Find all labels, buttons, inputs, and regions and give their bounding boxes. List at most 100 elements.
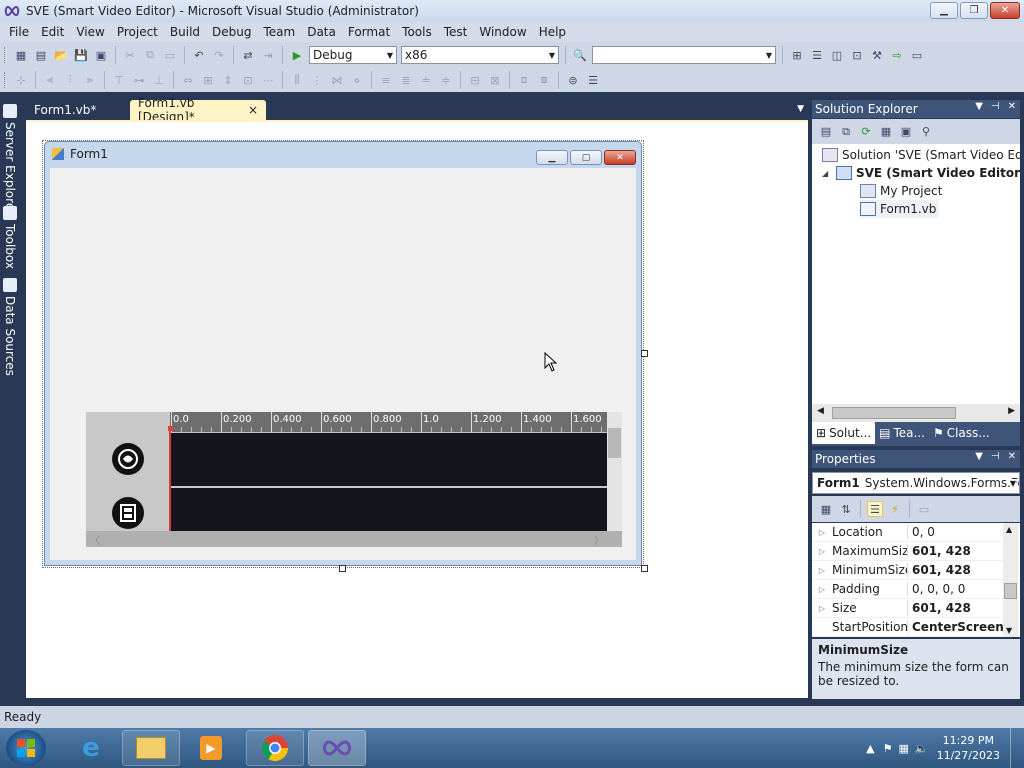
scroll-thumb[interactable] (1004, 583, 1017, 599)
open-file-icon[interactable]: 📂 (53, 47, 69, 63)
align-tops-icon[interactable]: ⊤ (111, 72, 127, 88)
resize-handle-bottom[interactable] (339, 565, 346, 572)
resize-handle-right[interactable] (641, 350, 648, 357)
size-to-grid-icon[interactable]: ⊞ (200, 72, 216, 88)
start-debug-icon[interactable]: ▶ (289, 47, 305, 63)
start-page-icon[interactable]: ⇨ (889, 47, 905, 63)
cut-icon[interactable]: ✂ (122, 47, 138, 63)
redo-icon[interactable]: ↷ (211, 47, 227, 63)
video-track[interactable] (170, 488, 607, 531)
alphabetical-icon[interactable]: ⇅ (838, 501, 854, 517)
center-vertically-icon[interactable]: ⊠ (487, 72, 503, 88)
prop-row-maximumsize[interactable]: ▷ MaximumSize 601, 428 (812, 542, 1008, 561)
expand-arrow-icon[interactable]: ▷ (812, 566, 832, 575)
expand-arrow-icon[interactable]: ▷ (812, 585, 832, 594)
tree-item-project[interactable]: ◢ SVE (Smart Video Editor) (822, 164, 1020, 182)
expand-arrow-icon[interactable]: ▷ (812, 528, 832, 537)
playhead-marker[interactable] (168, 426, 173, 431)
tab-dropdown-icon[interactable]: ▼ (797, 104, 804, 114)
scroll-right-icon[interactable]: 〉 (592, 533, 606, 547)
pin-icon[interactable]: ⊣ (991, 101, 1000, 112)
menu-file[interactable]: File (3, 25, 35, 39)
properties-view-icon[interactable]: ☰ (867, 501, 883, 517)
class-diagram-icon[interactable]: ⚲ (918, 124, 934, 140)
playhead[interactable] (169, 426, 171, 531)
audio-track-icon[interactable] (112, 443, 144, 475)
properties-icon[interactable]: ▤ (818, 124, 834, 140)
paste-icon[interactable]: ▭ (162, 47, 178, 63)
menu-edit[interactable]: Edit (35, 25, 70, 39)
extension-manager-icon[interactable]: ⚒ (869, 47, 885, 63)
expand-arrow-icon[interactable]: ▷ (812, 604, 832, 613)
object-browser-icon[interactable]: ◫ (829, 47, 845, 63)
h-spacing-increase-icon[interactable]: ⋮ (309, 72, 325, 88)
tab-form1-code[interactable]: Form1.vb* (26, 100, 104, 120)
align-lefts-icon[interactable]: ⫷ (42, 72, 58, 88)
bring-to-front-icon[interactable]: ⧈ (516, 72, 532, 88)
view-designer-icon[interactable]: ▣ (898, 124, 914, 140)
h-spacing-remove-icon[interactable]: ⋄ (349, 72, 365, 88)
prop-row-size[interactable]: ▷ Size 601, 428 (812, 599, 1008, 618)
audio-track[interactable] (170, 433, 607, 486)
prop-row-location[interactable]: ▷ Location 0, 0 (812, 523, 1008, 542)
tab-solution-explorer[interactable]: ⊞ Solut... (812, 422, 876, 444)
solution-horizontal-scrollbar[interactable]: ◀ ▶ (812, 404, 1020, 422)
v-spacing-decrease-icon[interactable]: ≐ (418, 72, 434, 88)
scroll-thumb[interactable] (608, 428, 621, 458)
add-item-icon[interactable]: ▤ (33, 47, 49, 63)
scroll-left-icon[interactable]: ◀ (817, 406, 824, 416)
menu-help[interactable]: Help (533, 25, 572, 39)
scroll-right-icon[interactable]: ▶ (1008, 406, 1015, 416)
timeline-vertical-scrollbar[interactable] (607, 412, 622, 532)
show-hidden-icons-icon[interactable]: ▲ (866, 742, 874, 755)
make-same-width-icon[interactable]: ⇔ (180, 72, 196, 88)
timeline-ruler[interactable]: 0.0 0.200 0.400 0.600 0.800 1.0 1.200 1.400 1.60… (170, 412, 608, 432)
taskbar-visual-studio[interactable] (308, 730, 366, 766)
properties-object-select[interactable]: Form1 System.Windows.Forms.Fo ▼ (812, 472, 1020, 494)
v-spacing-increase-icon[interactable]: ≣ (398, 72, 414, 88)
scroll-up-icon[interactable]: ▲ (1006, 525, 1012, 534)
film-track-icon[interactable] (112, 497, 144, 529)
restore-button[interactable]: ❐ (960, 2, 988, 19)
scroll-thumb[interactable] (832, 407, 956, 419)
prop-row-padding[interactable]: ▷ Padding 0, 0, 0, 0 (812, 580, 1008, 599)
align-centers-icon[interactable]: ⫶ (62, 72, 78, 88)
panel-dropdown-icon[interactable]: ▼ (975, 451, 983, 462)
configuration-select[interactable]: Debug ▼ (309, 46, 397, 64)
categorized-icon[interactable]: ▦ (818, 501, 834, 517)
tab-team-explorer[interactable]: ▤ Tea... (875, 422, 929, 444)
show-desktop-button[interactable] (1010, 728, 1024, 768)
prop-row-minimumsize[interactable]: ▷ MinimumSize 601, 428 (812, 561, 1008, 580)
toolbox-icon[interactable]: ⊡ (849, 47, 865, 63)
h-spacing-equal-icon[interactable]: ⫼ (289, 72, 305, 88)
tree-item-my-project[interactable]: My Project (860, 182, 942, 200)
menu-window[interactable]: Window (473, 25, 532, 39)
menu-format[interactable]: Format (342, 25, 396, 39)
toolbox-tab[interactable]: Toolbox (2, 206, 18, 269)
start-button[interactable] (6, 730, 46, 766)
taskbar-chrome[interactable] (246, 730, 304, 766)
close-button[interactable]: ✕ (990, 2, 1020, 19)
form-minimize-button[interactable]: ▁ (536, 150, 568, 165)
taskbar-internet-explorer[interactable]: e (62, 730, 120, 766)
scroll-left-icon[interactable]: 〈 (88, 533, 102, 547)
toolbar-grip[interactable] (4, 47, 7, 63)
tab-class-view[interactable]: ⚑ Class... (929, 422, 994, 444)
navigate-icon[interactable]: ⇄ (240, 47, 256, 63)
align-bottoms-icon[interactable]: ⊥ (151, 72, 167, 88)
scroll-down-icon[interactable]: ▼ (1006, 626, 1012, 635)
panel-dropdown-icon[interactable]: ▼ (975, 101, 983, 112)
send-to-back-icon[interactable]: ⧇ (536, 72, 552, 88)
taskbar-media-player[interactable]: ▶ (182, 730, 240, 766)
close-tab-icon[interactable]: × (248, 103, 258, 117)
form-close-button[interactable]: ✕ (604, 150, 636, 165)
network-icon[interactable]: ▦ (898, 742, 908, 755)
command-window-icon[interactable]: ▭ (909, 47, 925, 63)
volume-icon[interactable]: 🔈 (915, 742, 929, 755)
h-spacing-decrease-icon[interactable]: ⋈ (329, 72, 345, 88)
resize-handle-bottom-right[interactable] (641, 565, 648, 572)
pin-icon[interactable]: ⊣ (991, 451, 1000, 462)
save-all-icon[interactable]: ▣ (93, 47, 109, 63)
align-to-grid-icon[interactable]: ⊹ (13, 72, 29, 88)
taskbar-file-explorer[interactable] (122, 730, 180, 766)
